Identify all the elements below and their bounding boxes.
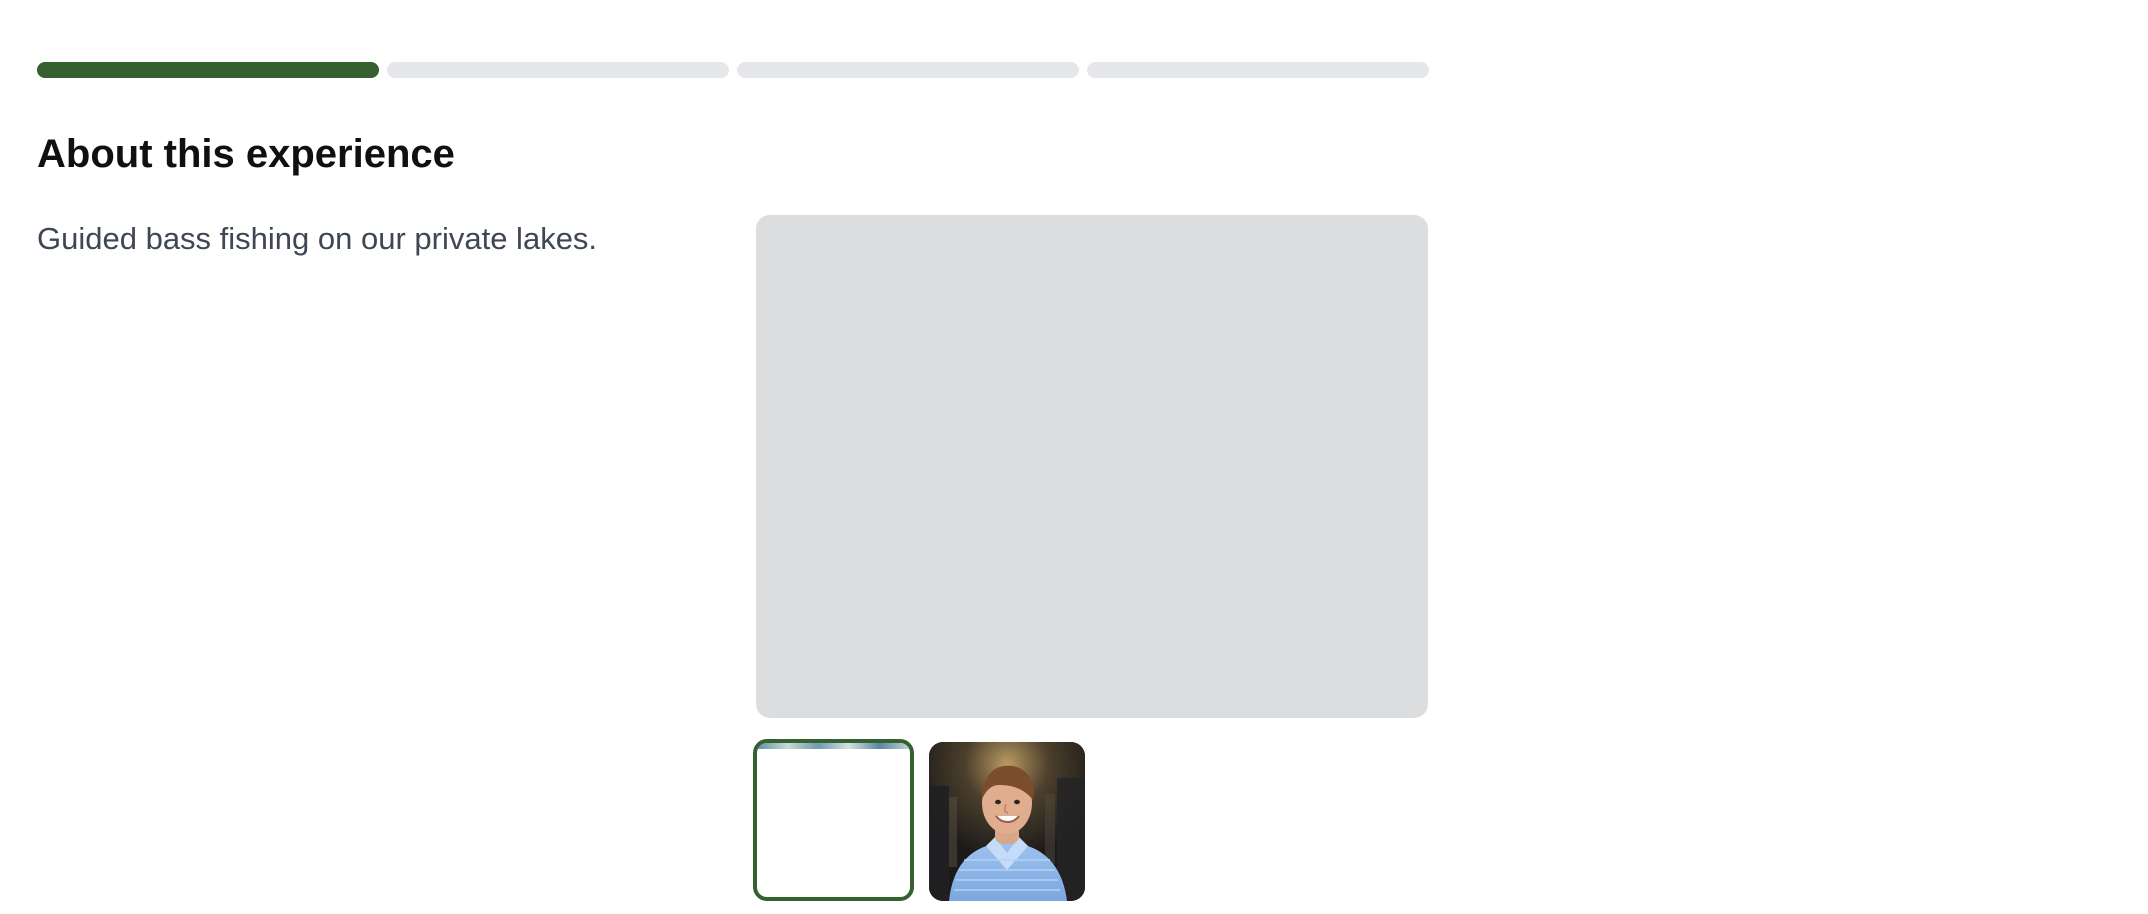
page-title: About this experience [37, 132, 455, 176]
experience-description: Guided bass fishing on our private lakes… [37, 221, 598, 256]
progress-step-2 [387, 62, 729, 78]
progress-step-4 [1087, 62, 1429, 78]
progress-step-1 [37, 62, 379, 78]
gallery-thumbnail-guide-portrait[interactable] [929, 742, 1085, 901]
step-progress-bar [37, 62, 1429, 78]
main-gallery-image [756, 215, 1428, 718]
progress-step-3 [737, 62, 1079, 78]
experience-page: About this experience Guided bass fishin… [0, 0, 2148, 914]
guide-portrait-image [929, 742, 1085, 901]
lake-image-preview [757, 743, 910, 749]
gallery-thumbnail-lake[interactable] [753, 739, 914, 901]
